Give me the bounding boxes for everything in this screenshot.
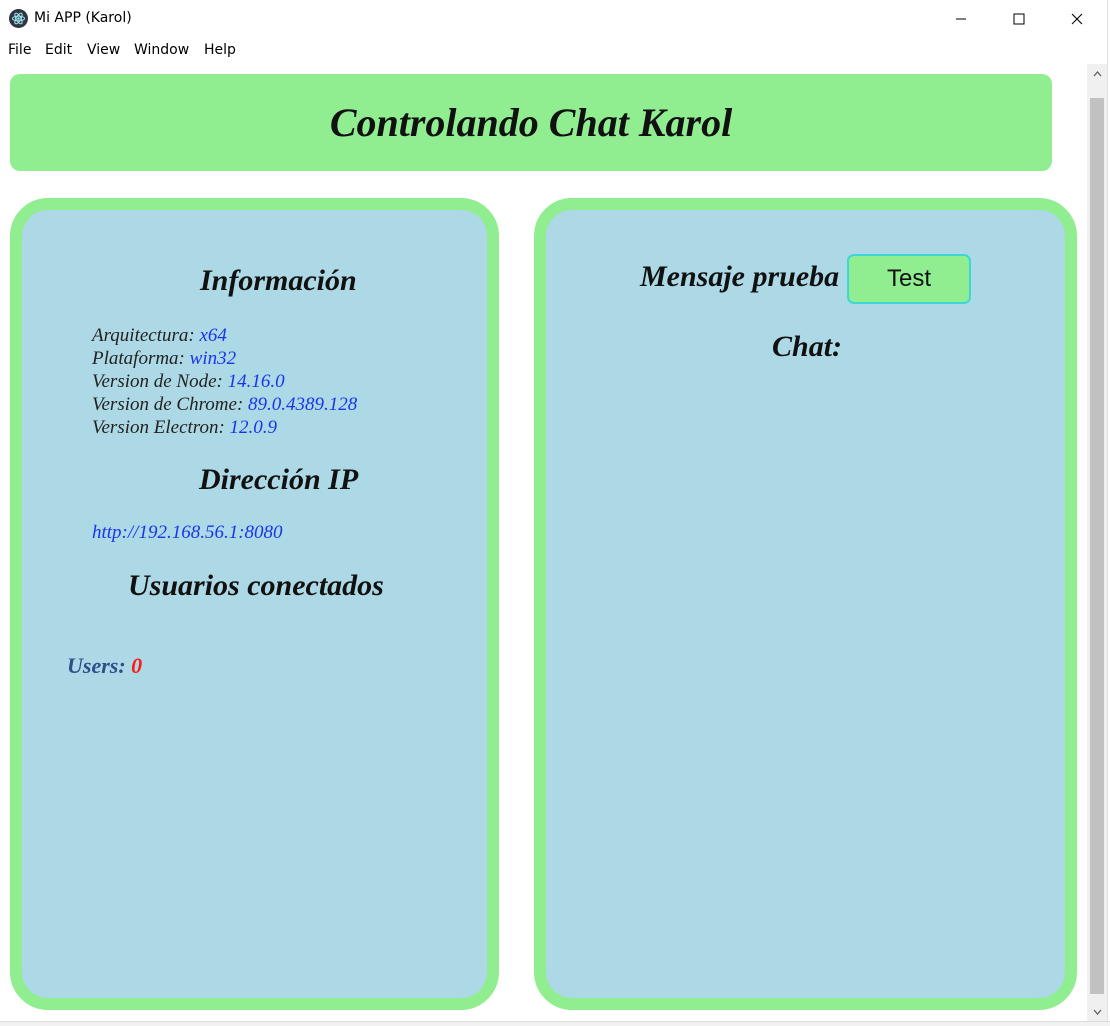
info-row-architecture: Arquitectura: x64 (92, 324, 357, 347)
menu-edit[interactable]: Edit (45, 42, 72, 58)
maximize-icon (1013, 13, 1025, 25)
minimize-icon (956, 18, 966, 20)
info-panel: Información Arquitectura: x64 Plataforma… (10, 198, 499, 1010)
info-label: Version de Chrome: (92, 394, 244, 415)
title-bar: Mi APP (Karol) (0, 0, 1110, 38)
info-label: Version de Node: (92, 371, 223, 392)
minimize-button[interactable] (932, 0, 990, 38)
menu-window[interactable]: Window (134, 42, 189, 58)
info-value: win32 (189, 348, 237, 369)
ip-title: Dirección IP (199, 463, 359, 496)
users-counter: Users: 0 (67, 653, 142, 679)
page-title: Controlando Chat Karol (329, 100, 733, 145)
info-value: 14.16.0 (227, 371, 285, 392)
scroll-up-button[interactable] (1087, 64, 1107, 84)
close-icon (1071, 13, 1083, 25)
info-title: Información (200, 264, 357, 297)
info-label: Version Electron: (92, 417, 225, 438)
window-bottom-edge (0, 1021, 1110, 1026)
menu-bar: File Edit View Window Help (0, 38, 1110, 64)
vertical-scrollbar[interactable] (1087, 64, 1107, 1022)
info-row-chrome-version: Version de Chrome: 89.0.4389.128 (92, 393, 357, 416)
electron-icon (9, 9, 28, 28)
info-value: 12.0.9 (229, 417, 278, 438)
header-banner: Controlando Chat Karol (10, 74, 1052, 171)
chevron-up-icon (1093, 71, 1101, 77)
menu-view[interactable]: View (87, 42, 120, 58)
info-value: 89.0.4389.128 (248, 394, 358, 415)
users-count: 0 (131, 653, 143, 678)
menu-file[interactable]: File (8, 42, 31, 58)
info-value: x64 (199, 325, 227, 346)
maximize-button[interactable] (990, 0, 1048, 38)
info-row-electron-version: Version Electron: 12.0.9 (92, 416, 357, 439)
scroll-thumb[interactable] (1090, 98, 1104, 994)
info-label: Plataforma: (92, 348, 185, 369)
ip-link[interactable]: http://192.168.56.1:8080 (92, 522, 283, 544)
info-row-platform: Plataforma: win32 (92, 347, 357, 370)
info-list: Arquitectura: x64 Plataforma: win32 Vers… (92, 324, 357, 439)
chat-title: Chat: (772, 330, 843, 363)
users-title: Usuarios conectados (128, 569, 384, 602)
scroll-down-button[interactable] (1087, 1002, 1107, 1022)
users-label: Users: (67, 653, 126, 678)
chat-panel: Mensaje prueba Test Chat: (534, 198, 1077, 1010)
menu-help[interactable]: Help (204, 42, 236, 58)
chevron-down-icon (1093, 1009, 1101, 1015)
window-title: Mi APP (Karol) (34, 10, 132, 26)
test-message-label: Mensaje prueba (640, 260, 840, 293)
info-label: Arquitectura: (92, 325, 195, 346)
info-row-node-version: Version de Node: 14.16.0 (92, 370, 357, 393)
test-button[interactable]: Test (847, 254, 971, 304)
close-button[interactable] (1048, 0, 1106, 38)
